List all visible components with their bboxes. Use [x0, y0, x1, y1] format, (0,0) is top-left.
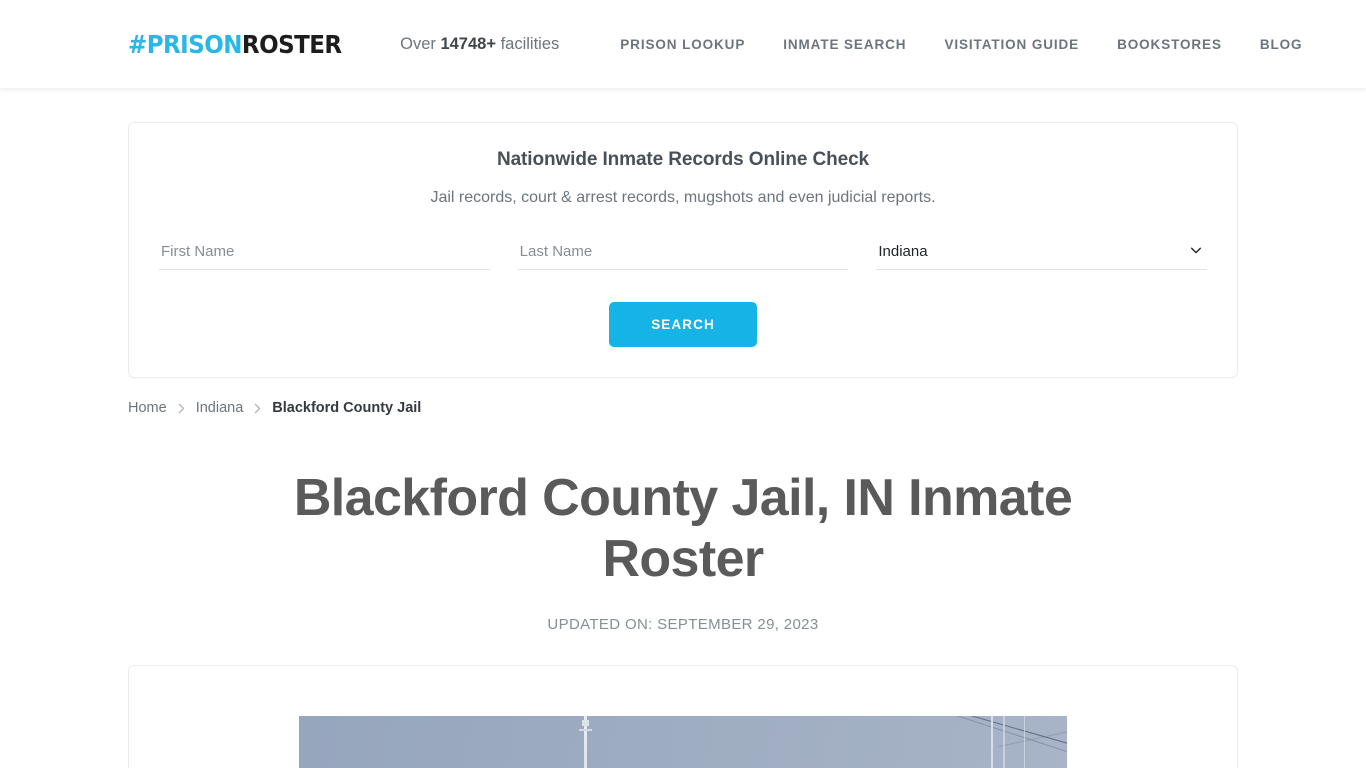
site-header: #PRISONROSTER Over 14748+ facilities PRI…	[0, 0, 1366, 88]
nav-inmate-search[interactable]: INMATE SEARCH	[764, 27, 925, 62]
chevron-right-icon	[252, 403, 263, 414]
state-field: Indiana	[876, 239, 1208, 270]
main-navigation: PRISON LOOKUP INMATE SEARCH VISITATION G…	[601, 27, 1321, 62]
utility-tower	[991, 715, 1005, 768]
last-name-field	[517, 239, 849, 270]
state-select[interactable]: Indiana	[876, 239, 1208, 270]
nav-prison-lookup[interactable]: PRISON LOOKUP	[601, 27, 764, 62]
breadcrumb: Home Indiana Blackford County Jail	[128, 400, 1238, 416]
utility-tower	[1024, 715, 1025, 768]
first-name-input[interactable]	[159, 239, 490, 270]
updated-on-text: UPDATED ON: SEPTEMBER 29, 2023	[547, 615, 819, 633]
site-logo[interactable]: #PRISONROSTER	[128, 32, 342, 57]
power-line	[998, 715, 1067, 747]
nav-bookstores[interactable]: BOOKSTORES	[1098, 27, 1241, 62]
search-card-subtitle: Jail records, court & arrest records, mu…	[430, 189, 936, 206]
logo-prefix: #PRISON	[128, 29, 242, 59]
facilities-number: 14748+	[440, 34, 496, 53]
facilities-count: Over 14748+ facilities	[400, 35, 559, 54]
page-container: Nationwide Inmate Records Online Check J…	[128, 88, 1238, 768]
chevron-right-icon	[176, 403, 187, 414]
inmate-search-form: Indiana	[159, 239, 1208, 270]
page-title: Blackford County Jail, IN Inmate Roster	[293, 469, 1073, 588]
search-card-title: Nationwide Inmate Records Online Check	[496, 149, 870, 170]
facilities-after: facilities	[495, 34, 560, 53]
power-line	[946, 715, 1067, 768]
header-inner: #PRISONROSTER Over 14748+ facilities PRI…	[128, 0, 1302, 88]
breadcrumb-item-indiana[interactable]: Indiana	[196, 400, 244, 416]
nav-visitation-guide[interactable]: VISITATION GUIDE	[925, 27, 1098, 62]
breadcrumb-item-current: Blackford County Jail	[272, 400, 422, 416]
facilities-before: Over	[400, 34, 441, 53]
search-button[interactable]: SEARCH	[609, 302, 757, 347]
facility-content-card	[128, 664, 1238, 768]
inmate-search-card: Nationwide Inmate Records Online Check J…	[128, 122, 1238, 378]
antenna-arm	[579, 728, 592, 731]
nav-blog[interactable]: BLOG	[1241, 27, 1322, 62]
facility-photo	[299, 715, 1067, 768]
first-name-field	[159, 239, 490, 270]
search-button-row: SEARCH	[159, 302, 1207, 347]
last-name-input[interactable]	[517, 239, 849, 270]
breadcrumb-item-home[interactable]: Home	[128, 400, 167, 416]
logo-suffix: ROSTER	[241, 29, 342, 59]
antenna-cap	[582, 719, 589, 726]
